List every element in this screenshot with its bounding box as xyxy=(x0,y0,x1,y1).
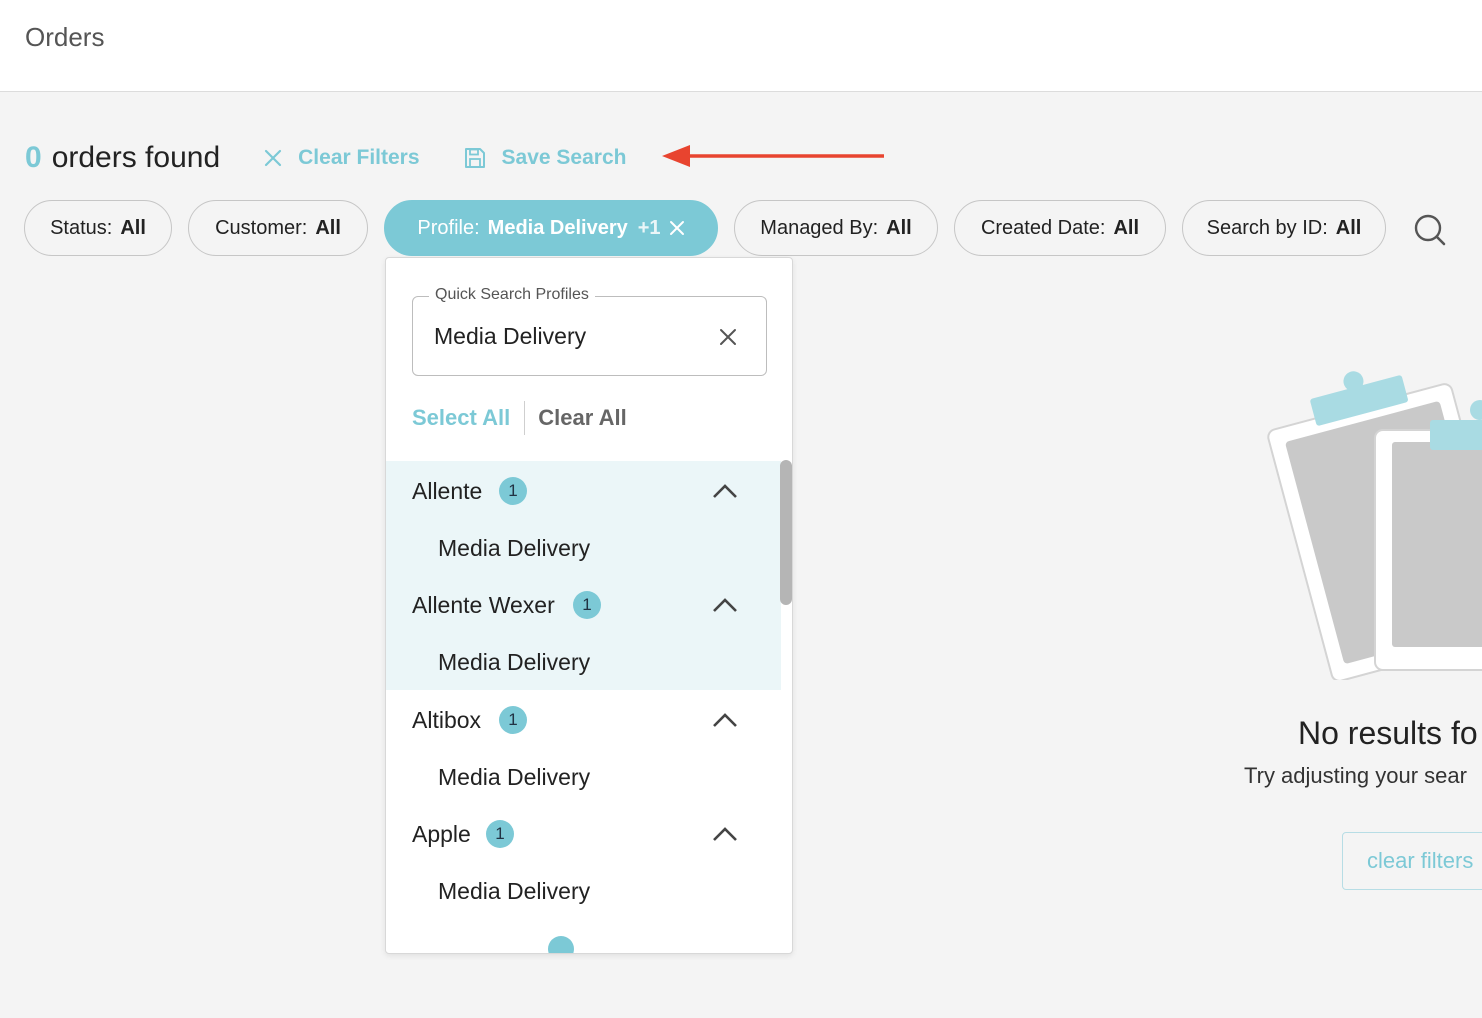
clear-filters-button[interactable]: clear filters xyxy=(1342,832,1482,890)
quick-search-legend: Quick Search Profiles xyxy=(429,286,595,304)
search-icon xyxy=(1414,214,1446,246)
profile-group-header[interactable]: Apple 1 xyxy=(386,804,781,864)
count-badge: 1 xyxy=(499,477,527,505)
chevron-up-icon[interactable] xyxy=(712,481,738,501)
empty-state-title: No results fo xyxy=(1298,715,1478,751)
profile-option[interactable]: Media Delivery xyxy=(438,764,590,791)
orders-count: 0 xyxy=(25,141,42,174)
profile-group: Allente Wexer 1 Media Delivery xyxy=(386,575,781,690)
filter-chip-key: Managed By: xyxy=(760,216,879,239)
profile-group: Altibox 1 Media Delivery xyxy=(386,690,781,804)
profile-group-header[interactable]: Allente Wexer 1 xyxy=(386,575,781,635)
filter-chip-value: All xyxy=(120,216,146,239)
clear-filters-link[interactable]: Clear Filters xyxy=(264,146,420,170)
profile-option[interactable]: Media Delivery xyxy=(438,649,590,676)
count-badge xyxy=(548,936,574,953)
scrollbar-thumb[interactable] xyxy=(780,460,792,605)
filter-chip-profile[interactable]: Profile: Media Delivery +1 xyxy=(384,200,718,256)
arrow-annotation xyxy=(662,145,884,167)
filter-chip-managed-by[interactable]: Managed By: All xyxy=(734,200,938,256)
filter-chip-value: All xyxy=(1113,216,1140,239)
count-badge: 1 xyxy=(486,820,514,848)
top-bar: Orders xyxy=(0,0,1482,92)
save-search-label: Save Search xyxy=(501,146,627,169)
close-icon[interactable] xyxy=(669,220,685,236)
empty-clipboards-illustration xyxy=(1267,371,1482,680)
filter-chip-status[interactable]: Status: All xyxy=(24,200,172,256)
profile-list: Allente 1 Media Delivery Allente Wexer 1… xyxy=(386,461,781,953)
quick-search-field: Quick Search Profiles xyxy=(412,286,767,376)
profile-group-name: Allente xyxy=(412,478,483,504)
filter-chip-key: Created Date: xyxy=(980,216,1106,239)
select-all-button[interactable]: Select All xyxy=(412,405,524,431)
save-icon xyxy=(464,148,485,168)
orders-count-label: orders found xyxy=(51,141,221,174)
profile-option[interactable]: Media Delivery xyxy=(438,878,590,905)
filter-chip-created-date[interactable]: Created Date: All xyxy=(954,200,1166,256)
page-title: Orders xyxy=(25,22,105,52)
scrollbar[interactable] xyxy=(780,460,792,954)
filter-chip-value: All xyxy=(315,216,341,239)
clear-all-button[interactable]: Clear All xyxy=(525,405,626,431)
profile-group-name: Apple xyxy=(412,821,471,847)
close-icon xyxy=(265,149,282,167)
chevron-up-icon[interactable] xyxy=(712,710,738,730)
selection-actions: Select All Clear All xyxy=(412,400,627,436)
filter-chip-key: Search by ID: xyxy=(1206,216,1328,239)
filter-chip-extra-count: +1 xyxy=(637,216,661,239)
filter-chip-value: All xyxy=(886,216,912,239)
profile-option[interactable]: Media Delivery xyxy=(438,535,590,562)
filter-chip-key: Status: xyxy=(50,216,113,239)
profile-group-name: Altibox xyxy=(412,707,482,733)
count-badge: 1 xyxy=(499,706,527,734)
filter-chip-customer[interactable]: Customer: All xyxy=(188,200,368,256)
clear-search-button[interactable] xyxy=(716,325,740,349)
search-button[interactable] xyxy=(1410,210,1450,250)
clear-filters-label: Clear Filters xyxy=(298,146,420,169)
profile-group-header[interactable]: Allente 1 xyxy=(386,461,781,521)
save-search-link[interactable]: Save Search xyxy=(464,146,627,170)
chevron-up-icon[interactable] xyxy=(712,595,738,615)
filter-chip-value: Media Delivery xyxy=(487,216,628,239)
filter-chip-search-by-id[interactable]: Search by ID: All xyxy=(1182,200,1386,256)
filter-chip-key: Customer: xyxy=(215,216,308,239)
quick-search-input[interactable] xyxy=(434,319,704,353)
filter-chip-value: All xyxy=(1335,216,1362,239)
close-icon xyxy=(720,329,736,345)
profile-dropdown: Quick Search Profiles Select All Clear A… xyxy=(385,257,793,954)
profile-group: Allente 1 Media Delivery xyxy=(386,461,781,575)
results-summary: 0 orders found Clear Filters Save Search xyxy=(25,138,626,178)
count-badge: 1 xyxy=(573,591,601,619)
profile-group-header[interactable]: Altibox 1 xyxy=(386,690,781,750)
filter-chip-key: Profile: xyxy=(417,216,480,239)
empty-state-subtitle: Try adjusting your sear xyxy=(1244,763,1467,788)
chevron-up-icon[interactable] xyxy=(712,824,738,844)
profile-group: Apple 1 Media Delivery xyxy=(386,804,781,918)
profile-group-name: Allente Wexer xyxy=(412,592,555,618)
